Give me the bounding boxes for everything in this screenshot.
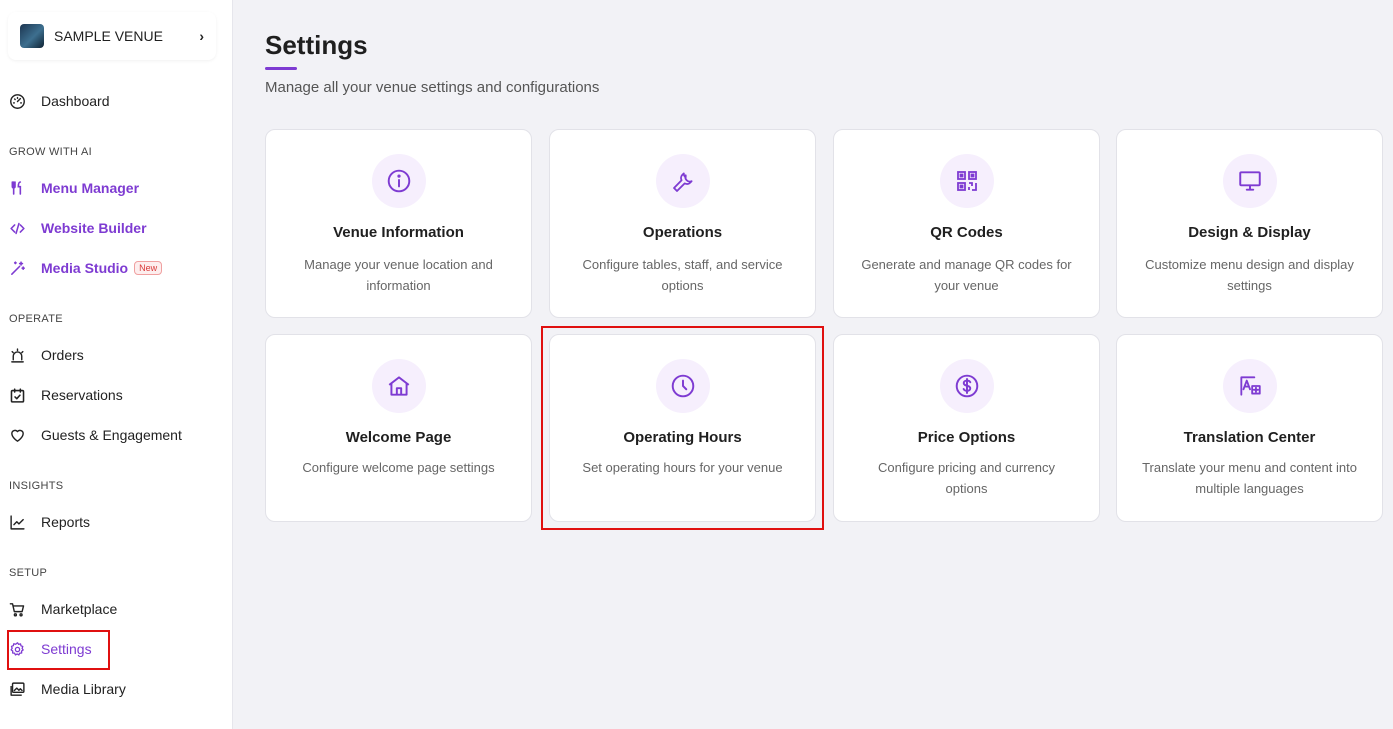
gauge-icon xyxy=(8,92,26,110)
code-icon xyxy=(8,219,26,237)
sidebar-item-label: Marketplace xyxy=(41,601,118,617)
section-label-operate: OPERATE xyxy=(9,313,63,325)
sidebar-item-website-builder[interactable]: Website Builder xyxy=(8,214,208,242)
sidebar-item-label: Guests & Engagement xyxy=(41,427,182,443)
sidebar-item-reservations[interactable]: Reservations xyxy=(8,381,208,409)
section-label-insights: INSIGHTS xyxy=(9,480,64,492)
sidebar-item-label: Reports xyxy=(41,514,91,530)
sidebar-item-label: Orders xyxy=(41,347,84,363)
sidebar-item-label: Media Library xyxy=(41,681,126,697)
page-title: Settings xyxy=(265,30,368,60)
sidebar: SAMPLE VENUE › Dashboard GROW WITH AI Me… xyxy=(0,0,233,729)
highlight-box-operating-hours xyxy=(541,326,824,530)
card-description: Generate and manage QR codes for your ve… xyxy=(861,257,1072,293)
card-title: Operations xyxy=(642,224,723,241)
card-title: Venue Information xyxy=(333,224,464,241)
settings-card-welcome-page[interactable]: Welcome Page Configure welcome page sett… xyxy=(265,334,532,522)
wrench-icon xyxy=(655,154,710,208)
siren-icon xyxy=(8,346,26,364)
settings-card-venue-information[interactable]: Venue Information Manage your venue loca… xyxy=(265,129,532,318)
magic-wand-icon xyxy=(8,259,26,277)
title-underline xyxy=(265,67,297,70)
card-title: Design & Display xyxy=(1188,224,1311,241)
sidebar-item-dashboard[interactable]: Dashboard xyxy=(8,87,208,115)
card-title: QR Codes xyxy=(930,224,1003,241)
page-subtitle: Manage all your venue settings and confi… xyxy=(265,79,600,96)
card-description: Translate your menu and content into mul… xyxy=(1142,460,1357,496)
sidebar-item-label: Website Builder xyxy=(41,220,147,236)
translate-icon xyxy=(1222,359,1277,413)
venue-switcher[interactable]: SAMPLE VENUE › xyxy=(8,12,216,60)
sidebar-item-media-studio[interactable]: Media Studio New xyxy=(8,254,208,282)
sidebar-item-menu-manager[interactable]: Menu Manager xyxy=(8,174,208,202)
calendar-check-icon xyxy=(8,386,26,404)
card-title: Translation Center xyxy=(1183,429,1316,446)
settings-card-operations[interactable]: Operations Configure tables, staff, and … xyxy=(549,129,816,318)
monitor-icon xyxy=(1222,154,1277,208)
sidebar-item-guests[interactable]: Guests & Engagement xyxy=(8,421,208,449)
venue-name: SAMPLE VENUE xyxy=(54,28,163,44)
heart-icon xyxy=(8,426,26,444)
cart-icon xyxy=(8,600,26,618)
sidebar-item-reports[interactable]: Reports xyxy=(8,508,208,536)
venue-logo xyxy=(20,24,44,48)
utensils-icon xyxy=(8,179,26,197)
card-description: Customize menu design and display settin… xyxy=(1145,257,1354,293)
section-label-setup: SETUP xyxy=(9,567,48,579)
chevron-right-icon: › xyxy=(199,28,204,44)
sidebar-item-label: Menu Manager xyxy=(41,180,140,196)
highlight-box-settings xyxy=(7,630,110,670)
section-label-grow: GROW WITH AI xyxy=(9,146,93,158)
card-description: Manage your venue location and informati… xyxy=(304,257,493,293)
card-title: Price Options xyxy=(917,429,1016,446)
qr-code-icon xyxy=(939,154,994,208)
sidebar-item-label: Media Studio xyxy=(41,260,129,276)
card-description: Configure pricing and currency options xyxy=(877,460,1056,496)
images-icon xyxy=(8,680,26,698)
settings-card-price-options[interactable]: Price Options Configure pricing and curr… xyxy=(833,334,1100,522)
sidebar-item-marketplace[interactable]: Marketplace xyxy=(8,595,208,623)
sidebar-item-label: Reservations xyxy=(41,387,123,403)
home-icon xyxy=(371,359,426,413)
sidebar-item-label: Dashboard xyxy=(41,93,110,109)
sidebar-item-media-library[interactable]: Media Library xyxy=(8,675,208,703)
card-description: Configure welcome page settings xyxy=(302,460,495,475)
info-icon xyxy=(371,154,426,208)
settings-card-design-display[interactable]: Design & Display Customize menu design a… xyxy=(1116,129,1383,318)
new-badge: New xyxy=(134,261,163,275)
dollar-icon xyxy=(939,359,994,413)
line-chart-icon xyxy=(8,513,26,531)
settings-card-qr-codes[interactable]: QR Codes Generate and manage QR codes fo… xyxy=(833,129,1100,318)
settings-card-translation-center[interactable]: Translation Center Translate your menu a… xyxy=(1116,334,1383,522)
sidebar-item-orders[interactable]: Orders xyxy=(8,341,208,369)
card-description: Configure tables, staff, and service opt… xyxy=(582,257,783,293)
card-title: Welcome Page xyxy=(345,429,452,446)
